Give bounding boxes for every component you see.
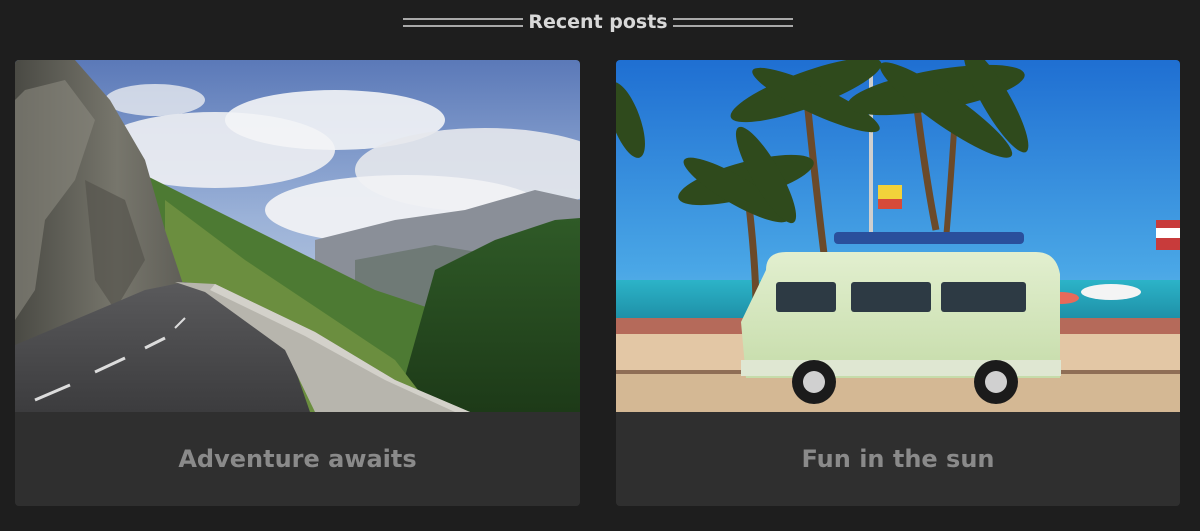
mountain-road-image[interactable]: [15, 60, 580, 412]
section-title: Recent posts: [528, 11, 668, 33]
post-card-fun-in-the-sun[interactable]: Fun in the sun: [616, 60, 1180, 506]
post-card-adventure[interactable]: Adventure awaits: [15, 60, 580, 506]
post-caption: Adventure awaits: [15, 412, 580, 506]
post-title[interactable]: Fun in the sun: [616, 442, 1180, 476]
post-title[interactable]: Adventure awaits: [15, 442, 580, 476]
beach-van-image[interactable]: [616, 60, 1180, 412]
section-header: Recent posts: [0, 8, 1200, 36]
header-divider-right: [673, 18, 793, 27]
post-caption: Fun in the sun: [616, 412, 1180, 506]
recent-posts-page: Recent posts Adventure awaits Fun in the…: [0, 0, 1200, 531]
header-divider-left: [403, 18, 523, 27]
